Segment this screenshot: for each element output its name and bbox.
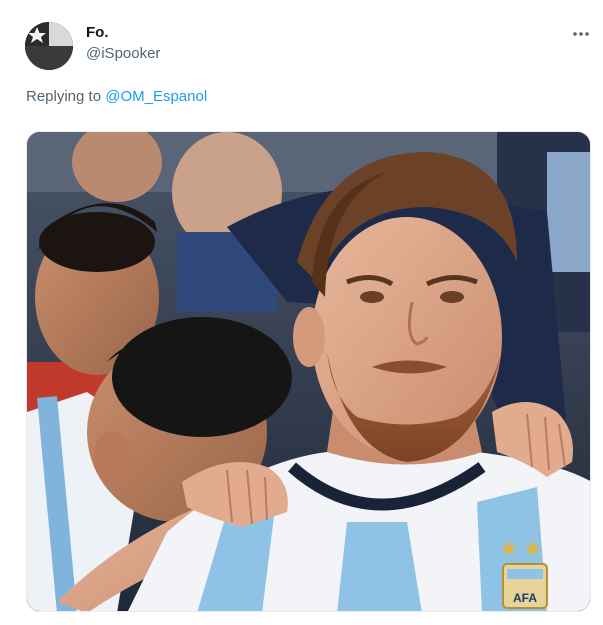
more-options-icon[interactable] [569, 24, 593, 44]
afa-badge-text: AFA [513, 591, 537, 605]
user-avatar[interactable] [25, 22, 73, 70]
user-info: Fo. @iSpooker [86, 24, 160, 63]
tweet-photo[interactable]: AFA [26, 131, 591, 612]
photo-content: AFA [27, 132, 590, 611]
replying-to-line: Replying to @OM_Espanol [26, 88, 207, 106]
display-name[interactable]: Fo. [86, 24, 160, 42]
replying-to-label: Replying to [26, 88, 102, 105]
tweet-card: Fo. @iSpooker Replying to @OM_Espanol AF… [0, 0, 603, 625]
mention-link[interactable]: @OM_Espanol [105, 88, 207, 105]
chile-flag-avatar-icon [25, 22, 73, 70]
user-handle: @iSpooker [86, 45, 161, 62]
